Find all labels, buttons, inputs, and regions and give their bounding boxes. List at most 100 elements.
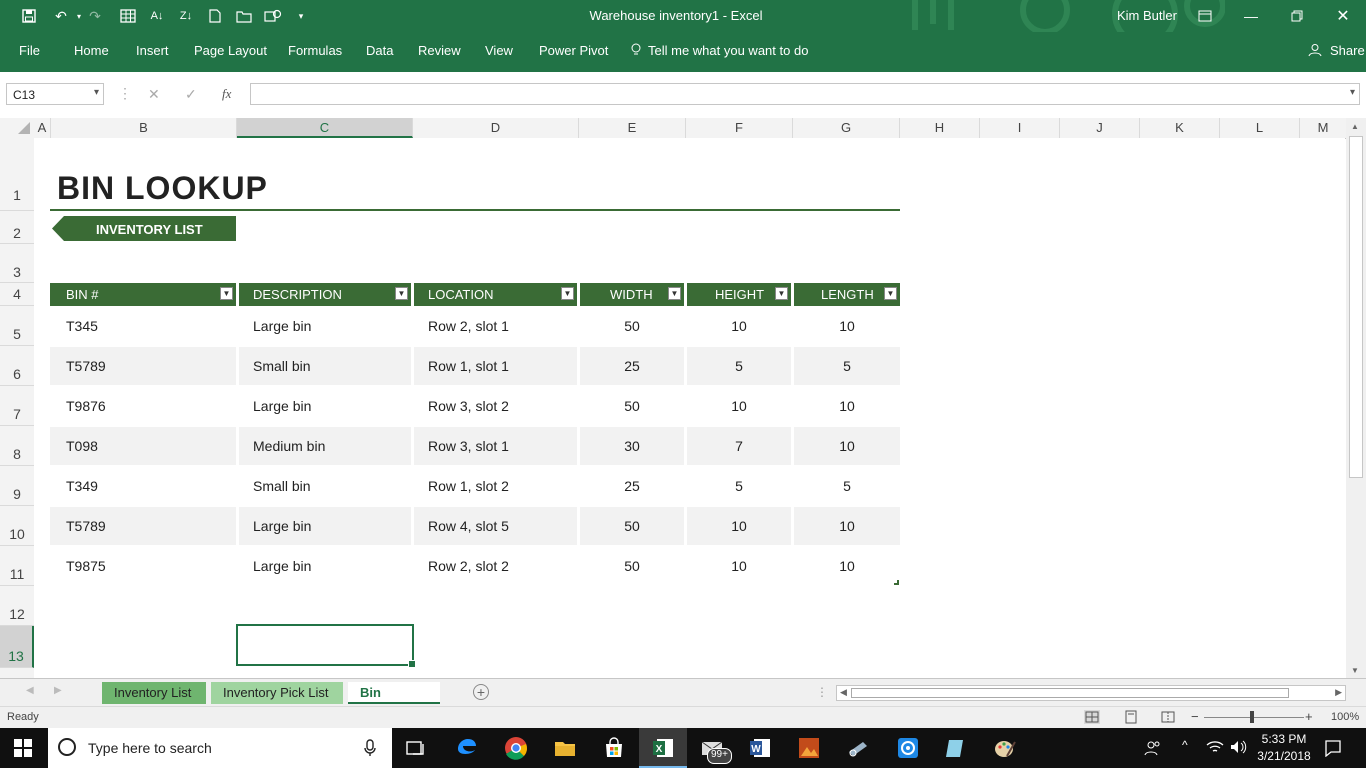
tab-review[interactable]: Review <box>418 43 461 58</box>
task-view-icon[interactable] <box>404 736 428 760</box>
wifi-icon[interactable] <box>1206 739 1224 758</box>
description-cell[interactable]: Large bin <box>239 507 411 545</box>
column-header-j[interactable]: J <box>1060 118 1140 138</box>
bin-cell[interactable]: T9876 <box>50 387 236 425</box>
people-icon[interactable] <box>1144 739 1162 760</box>
excel-taskbar-button[interactable]: X <box>639 728 687 768</box>
column-header-i[interactable]: I <box>980 118 1060 138</box>
microphone-icon[interactable] <box>364 739 376 760</box>
row-header-5[interactable]: 5 <box>0 306 34 346</box>
normal-view-icon[interactable] <box>1084 710 1100 724</box>
image-app-icon[interactable] <box>797 736 821 760</box>
width-cell[interactable]: 50 <box>580 507 684 545</box>
clock-date[interactable]: 3/21/2018 <box>1254 749 1314 763</box>
chevron-down-icon[interactable]: ▾ <box>94 87 99 98</box>
column-header-g[interactable]: G <box>793 118 900 138</box>
share-button[interactable]: Share <box>1330 43 1365 58</box>
zoom-out-icon[interactable]: − <box>1191 709 1199 724</box>
next-sheet-icon[interactable]: ▶ <box>54 685 62 696</box>
store-icon[interactable] <box>602 736 626 760</box>
description-cell[interactable]: Large bin <box>239 547 411 585</box>
tab-home[interactable]: Home <box>74 43 109 58</box>
row-header-1[interactable]: 1 <box>0 138 34 211</box>
bin-cell[interactable]: T5789 <box>50 507 236 545</box>
name-box[interactable]: C13 ▾ <box>6 83 104 105</box>
vertical-scrollbar[interactable]: ▲ ▼ <box>1346 118 1366 678</box>
insert-function-icon[interactable]: fx <box>222 86 231 102</box>
width-cell[interactable]: 50 <box>580 387 684 425</box>
filter-dropdown-icon[interactable]: ▼ <box>884 287 897 300</box>
horizontal-scroll-thumb[interactable] <box>851 688 1289 698</box>
column-header-m[interactable]: M <box>1300 118 1346 138</box>
height-cell[interactable]: 7 <box>687 427 791 465</box>
column-header-a[interactable]: A <box>34 118 51 138</box>
tab-power-pivot[interactable]: Power Pivot <box>539 43 608 58</box>
snipping-tool-icon[interactable] <box>846 736 870 760</box>
ribbon-display-options-icon[interactable] <box>1182 0 1228 32</box>
description-cell[interactable]: Small bin <box>239 467 411 505</box>
bin-cell[interactable]: T9875 <box>50 547 236 585</box>
windows-start-icon[interactable] <box>14 739 32 760</box>
tab-insert[interactable]: Insert <box>136 43 169 58</box>
length-cell[interactable]: 10 <box>794 547 900 585</box>
length-cell[interactable]: 10 <box>794 507 900 545</box>
prev-sheet-icon[interactable]: ◀ <box>26 685 34 696</box>
user-name[interactable]: Kim Butler <box>1117 8 1177 23</box>
select-all-icon[interactable] <box>18 122 30 134</box>
filter-dropdown-icon[interactable]: ▼ <box>220 287 233 300</box>
length-cell[interactable]: 10 <box>794 427 900 465</box>
restore-icon[interactable] <box>1274 0 1320 32</box>
width-cell[interactable]: 50 <box>580 307 684 345</box>
zoom-slider[interactable] <box>1204 717 1304 718</box>
clock-time[interactable]: 5:33 PM <box>1254 732 1314 746</box>
height-cell[interactable]: 10 <box>687 307 791 345</box>
sort-ascending-icon[interactable]: A↓ <box>146 6 168 26</box>
location-cell[interactable]: Row 4, slot 5 <box>414 507 577 545</box>
formula-input[interactable]: ▾ <box>250 83 1360 105</box>
open-folder-icon[interactable] <box>233 6 255 26</box>
length-cell[interactable]: 10 <box>794 387 900 425</box>
row-header-12[interactable]: 12 <box>0 586 34 626</box>
page-break-view-icon[interactable] <box>1160 710 1176 727</box>
row-header-13[interactable]: 13 <box>0 626 34 668</box>
sheets-icon[interactable] <box>262 6 284 26</box>
vertical-scroll-thumb[interactable] <box>1349 136 1363 478</box>
bin-cell[interactable]: T098 <box>50 427 236 465</box>
column-header-e[interactable]: E <box>579 118 686 138</box>
cancel-entry-icon[interactable]: ✕ <box>148 86 160 103</box>
bin-cell[interactable]: T345 <box>50 307 236 345</box>
height-cell[interactable]: 5 <box>687 347 791 385</box>
column-header-l[interactable]: L <box>1220 118 1300 138</box>
row-header-6[interactable]: 6 <box>0 346 34 386</box>
scroll-right-icon[interactable]: ▶ <box>1335 687 1342 698</box>
sheet-tab-inventory-pick-list[interactable]: Inventory Pick List <box>211 682 343 704</box>
location-cell[interactable]: Row 2, slot 2 <box>414 547 577 585</box>
confirm-entry-icon[interactable]: ✓ <box>185 86 197 103</box>
media-app-icon[interactable] <box>896 736 920 760</box>
height-cell[interactable]: 10 <box>687 387 791 425</box>
row-header-8[interactable]: 8 <box>0 426 34 466</box>
tab-formulas[interactable]: Formulas <box>288 43 342 58</box>
row-header-3[interactable]: 3 <box>0 244 34 283</box>
tab-data[interactable]: Data <box>366 43 393 58</box>
volume-icon[interactable] <box>1229 739 1247 758</box>
expand-formula-icon[interactable]: ▾ <box>1350 87 1355 98</box>
length-cell[interactable]: 5 <box>794 347 900 385</box>
location-cell[interactable]: Row 3, slot 2 <box>414 387 577 425</box>
row-header-10[interactable]: 10 <box>0 506 34 546</box>
length-cell[interactable]: 5 <box>794 467 900 505</box>
notes-app-icon[interactable] <box>944 736 968 760</box>
sheet-tab-inventory-list[interactable]: Inventory List <box>102 682 206 704</box>
width-cell[interactable]: 50 <box>580 547 684 585</box>
filter-dropdown-icon[interactable]: ▼ <box>775 287 788 300</box>
scroll-down-icon[interactable]: ▼ <box>1351 666 1359 675</box>
description-cell[interactable]: Large bin <box>239 307 411 345</box>
inventory-list-link[interactable]: INVENTORY LIST <box>52 216 236 241</box>
file-explorer-icon[interactable] <box>553 736 577 760</box>
height-cell[interactable]: 10 <box>687 547 791 585</box>
width-cell[interactable]: 30 <box>580 427 684 465</box>
scroll-up-icon[interactable]: ▲ <box>1351 122 1359 131</box>
width-cell[interactable]: 25 <box>580 347 684 385</box>
tab-view[interactable]: View <box>485 43 513 58</box>
width-cell[interactable]: 25 <box>580 467 684 505</box>
